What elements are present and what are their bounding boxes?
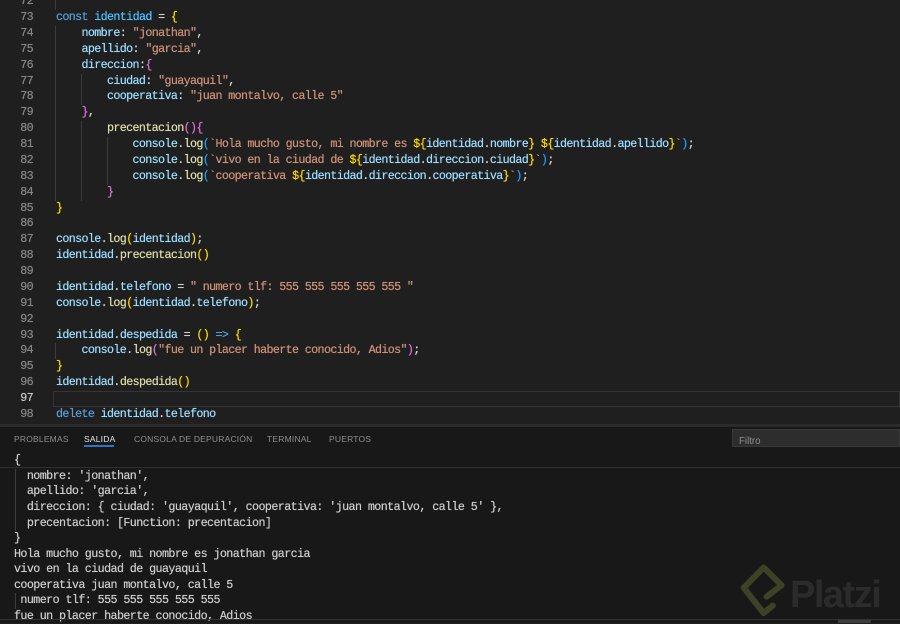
- svg-text:Platzi: Platzi: [790, 574, 880, 616]
